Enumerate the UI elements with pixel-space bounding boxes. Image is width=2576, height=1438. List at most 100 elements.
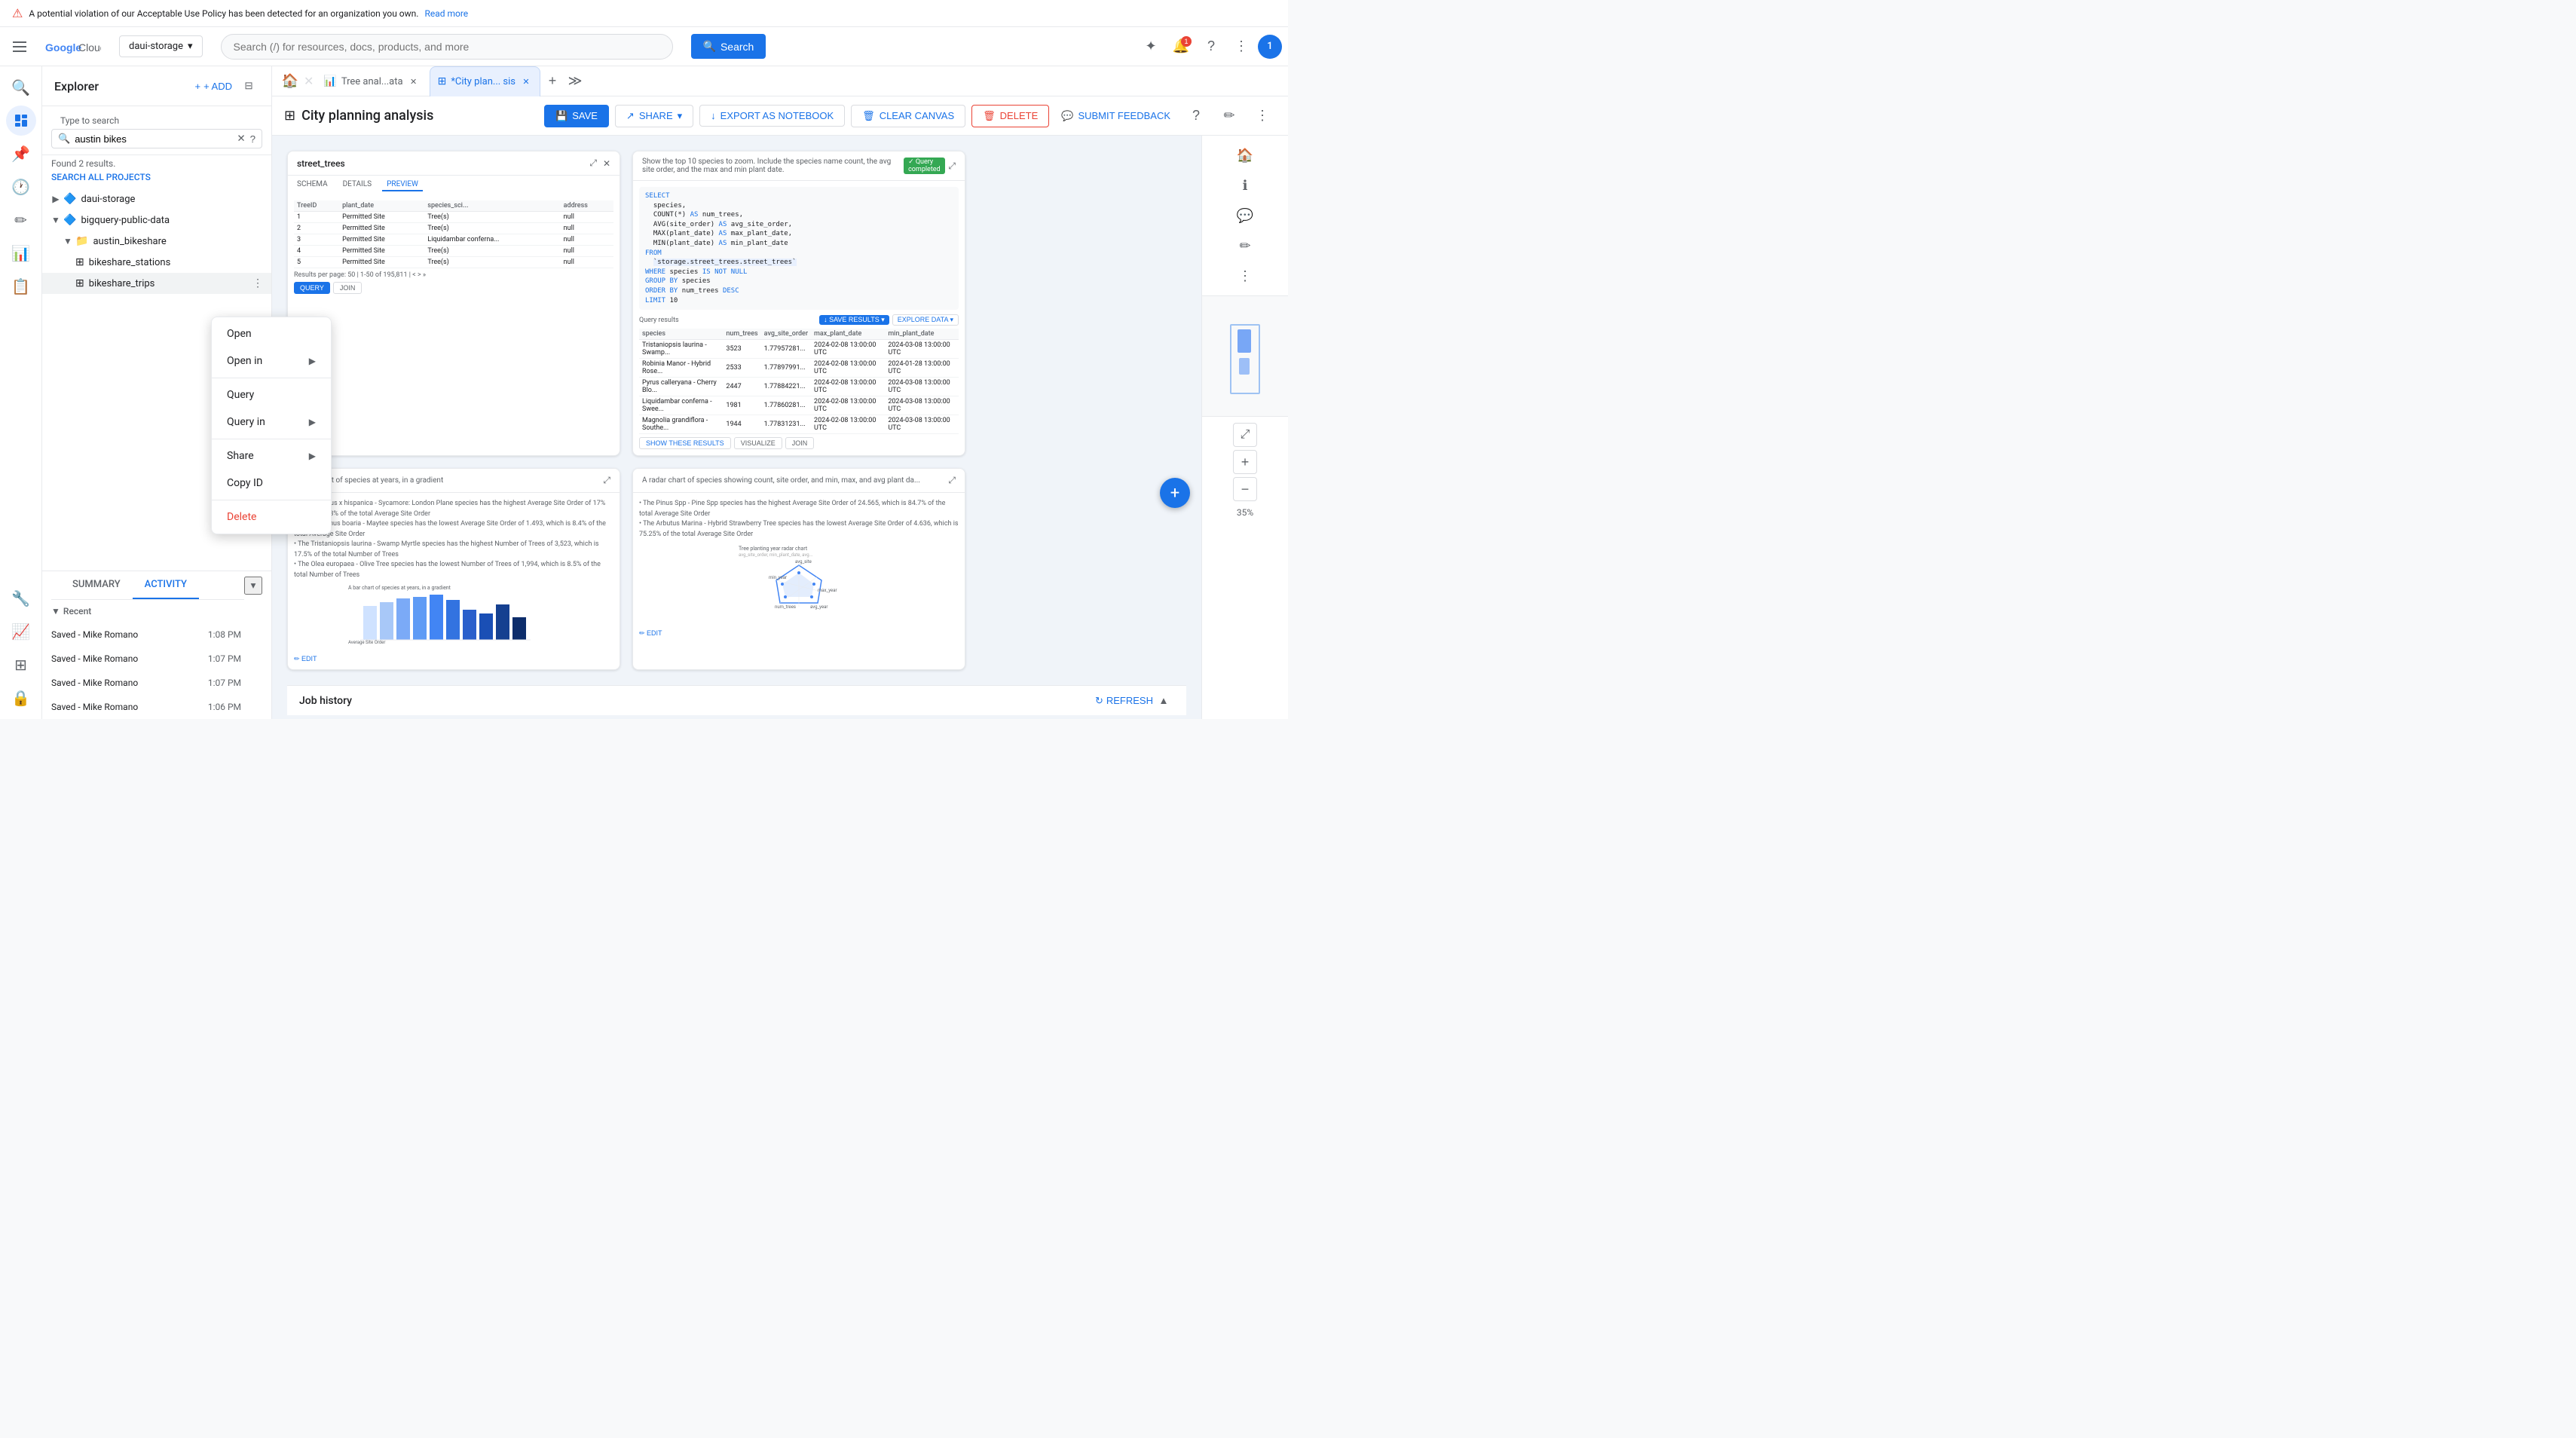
context-menu-open-in[interactable]: Open in ▶	[212, 347, 331, 375]
card-close-button[interactable]: ✕	[603, 158, 610, 169]
card-radar-expand[interactable]: ⤢	[948, 475, 956, 486]
show-results-button[interactable]: SHOW THESE RESULTS	[639, 437, 731, 449]
job-history-area: Job history ↻ REFRESH ▲	[287, 685, 1186, 715]
settings-button[interactable]: ⋮	[1228, 33, 1255, 60]
tree-item-bigquery-public-data[interactable]: ▼ 🔷 bigquery-public-data ★ ⋮	[42, 210, 271, 231]
right-panel-chat-icon[interactable]: 💬	[1231, 202, 1259, 229]
tab-city-planning[interactable]: ⊞ *City plan... sis ✕	[430, 66, 540, 96]
ai-button[interactable]: ✦	[1137, 33, 1164, 60]
toolbar-help-button[interactable]: ?	[1182, 102, 1210, 130]
save-results-button[interactable]: ↓ SAVE RESULTS ▾	[819, 315, 889, 325]
context-menu-query-in[interactable]: Query in ▶	[212, 408, 331, 436]
search-all-projects-link[interactable]: SEARCH ALL PROJECTS	[42, 170, 271, 188]
tab-more-button[interactable]: ≫	[564, 71, 586, 92]
right-panel-edit-icon[interactable]: ✏	[1231, 232, 1259, 259]
hamburger-menu-button[interactable]	[6, 33, 33, 60]
card-expand-button[interactable]: ⤢	[589, 158, 597, 169]
zoom-out-button[interactable]: −	[1233, 477, 1257, 501]
home-tab[interactable]: 🏠	[278, 69, 302, 93]
tree-item-austin-bikeshare[interactable]: ▼ 📁 austin_bikeshare ★ ⋮	[42, 231, 271, 252]
global-search-input[interactable]	[221, 34, 673, 60]
sidebar-lock-button[interactable]: 🔒	[6, 683, 36, 713]
warning-link[interactable]: Read more	[424, 8, 468, 19]
bar-edit-button[interactable]: ✏ EDIT	[294, 655, 317, 663]
explore-data-button[interactable]: EXPLORE DATA ▾	[892, 314, 959, 326]
tab-tree-analysis[interactable]: 📊 Tree anal...ata ✕	[315, 66, 427, 96]
radar-edit-button[interactable]: ✏ EDIT	[639, 629, 662, 638]
refresh-button[interactable]: ↻ REFRESH	[1095, 695, 1153, 707]
right-panel-home-icon[interactable]: 🏠	[1231, 142, 1259, 169]
help-button[interactable]: ?	[1198, 33, 1225, 60]
zoom-in-button[interactable]: +	[1233, 450, 1257, 474]
tree-item-bikeshare-trips[interactable]: ⊞ bikeshare_trips ☆ ⋮	[42, 273, 271, 294]
context-menu-query[interactable]: Query	[212, 381, 331, 408]
tab-tree-close-button[interactable]: ✕	[408, 75, 420, 87]
add-fab-button[interactable]: +	[1160, 478, 1190, 508]
query-button[interactable]: QUERY	[294, 282, 330, 294]
submit-feedback-button[interactable]: 💬 SUBMIT FEEDBACK	[1055, 106, 1176, 127]
details-tab[interactable]: DETAILS	[338, 179, 377, 191]
explorer-add-button[interactable]: + + ADD	[188, 78, 238, 95]
right-panel-info-icon[interactable]: ℹ	[1231, 172, 1259, 199]
recent-item-1[interactable]: Saved - Mike Romano 1:07 PM ⋮	[42, 647, 271, 671]
recent-item-time-2: 1:07 PM	[208, 678, 241, 688]
toolbar-edit-button[interactable]: ✏	[1216, 102, 1243, 130]
bottom-panel-collapse-button[interactable]: ▾	[244, 577, 262, 595]
explorer-collapse-button[interactable]: ⊟	[238, 75, 259, 96]
delete-button[interactable]: 🗑 DELETE	[971, 105, 1049, 127]
sidebar-chart-button[interactable]: 📈	[6, 617, 36, 647]
share-button[interactable]: ↗ SHARE ▾	[615, 105, 693, 127]
sidebar-search-button[interactable]: 🔍	[6, 72, 36, 102]
right-panel-top-icons: 🏠 ℹ 💬 ✏ ⋮	[1202, 136, 1288, 296]
project-selector[interactable]: daui-storage ▾	[119, 35, 203, 57]
sidebar-pin-button[interactable]: 📌	[6, 139, 36, 169]
project-icon-bq: 🔷	[63, 214, 76, 226]
cell: Permitted Site	[339, 223, 424, 234]
canvas-area[interactable]: street_trees ⤢ ✕ SCHEMA DETAILS PREVIEW	[272, 136, 1201, 719]
tree-item-bikeshare-stations[interactable]: ⊞ bikeshare_stations ☆ ⋮	[42, 252, 271, 273]
activity-tab[interactable]: ACTIVITY	[133, 571, 199, 599]
search-help-button[interactable]: ?	[250, 133, 255, 145]
context-menu-share[interactable]: Share ▶	[212, 442, 331, 470]
context-menu-copy-id[interactable]: Copy ID	[212, 470, 331, 497]
export-notebook-button[interactable]: ↓ EXPORT AS NOTEBOOK	[699, 105, 845, 127]
collapse-job-history-button[interactable]: ▲	[1153, 690, 1174, 711]
user-avatar[interactable]: 1	[1258, 35, 1282, 59]
join-button[interactable]: JOIN	[333, 282, 363, 294]
schema-tabs: SCHEMA DETAILS PREVIEW	[288, 176, 620, 194]
join-sql-button[interactable]: JOIN	[785, 437, 815, 449]
explorer-search-input[interactable]	[75, 133, 232, 145]
sidebar-history-button[interactable]: 🕐	[6, 172, 36, 202]
radar-chart-actions: ✏ EDIT	[639, 629, 959, 638]
sidebar-compose-button[interactable]: ✏	[6, 205, 36, 235]
tab-add-button[interactable]: +	[542, 71, 563, 92]
summary-tab[interactable]: SUMMARY	[60, 571, 133, 599]
sidebar-wrench-button[interactable]: 🔧	[6, 583, 36, 613]
tree-item-daui-storage[interactable]: ▶ 🔷 daui-storage ☆ ⋮	[42, 188, 271, 210]
tab-city-close-button[interactable]: ✕	[520, 75, 532, 87]
sidebar-grid-button[interactable]: ⊞	[6, 650, 36, 680]
sidebar-schedule-button[interactable]: 📋	[6, 271, 36, 301]
toolbar-more-button[interactable]: ⋮	[1249, 102, 1276, 130]
preview-tab[interactable]: PREVIEW	[382, 179, 423, 191]
clear-canvas-button[interactable]: 🗑 CLEAR CANVAS	[851, 105, 965, 127]
cell: 2024-02-08 13:00:00 UTC	[811, 396, 885, 415]
visualize-button[interactable]: VISUALIZE	[734, 437, 782, 449]
expand-canvas-button[interactable]: ⤢	[1233, 423, 1257, 447]
recent-item-2[interactable]: Saved - Mike Romano 1:07 PM ⋮	[42, 671, 271, 695]
card-sql-expand[interactable]: ⤢	[948, 158, 956, 174]
save-button[interactable]: 💾 SAVE	[544, 105, 609, 127]
right-panel-more-icon[interactable]: ⋮	[1231, 262, 1259, 289]
more-icon-trips[interactable]: ⋮	[250, 276, 265, 291]
recent-item-3[interactable]: Saved - Mike Romano 1:06 PM ⋮	[42, 695, 271, 719]
clear-search-button[interactable]: ✕	[237, 133, 245, 145]
context-menu-open[interactable]: Open	[212, 320, 331, 347]
sidebar-analytics-button[interactable]: 📊	[6, 238, 36, 268]
card-bar-expand[interactable]: ⤢	[603, 475, 610, 486]
notifications-button[interactable]: 🔔 1	[1167, 33, 1195, 60]
schema-tab[interactable]: SCHEMA	[292, 179, 332, 191]
context-menu-delete[interactable]: Delete	[212, 503, 331, 531]
global-search-button[interactable]: 🔍 Search	[691, 34, 766, 59]
sidebar-explorer-button[interactable]	[6, 106, 36, 136]
recent-item-0[interactable]: Saved - Mike Romano 1:08 PM ⋮	[42, 623, 271, 647]
